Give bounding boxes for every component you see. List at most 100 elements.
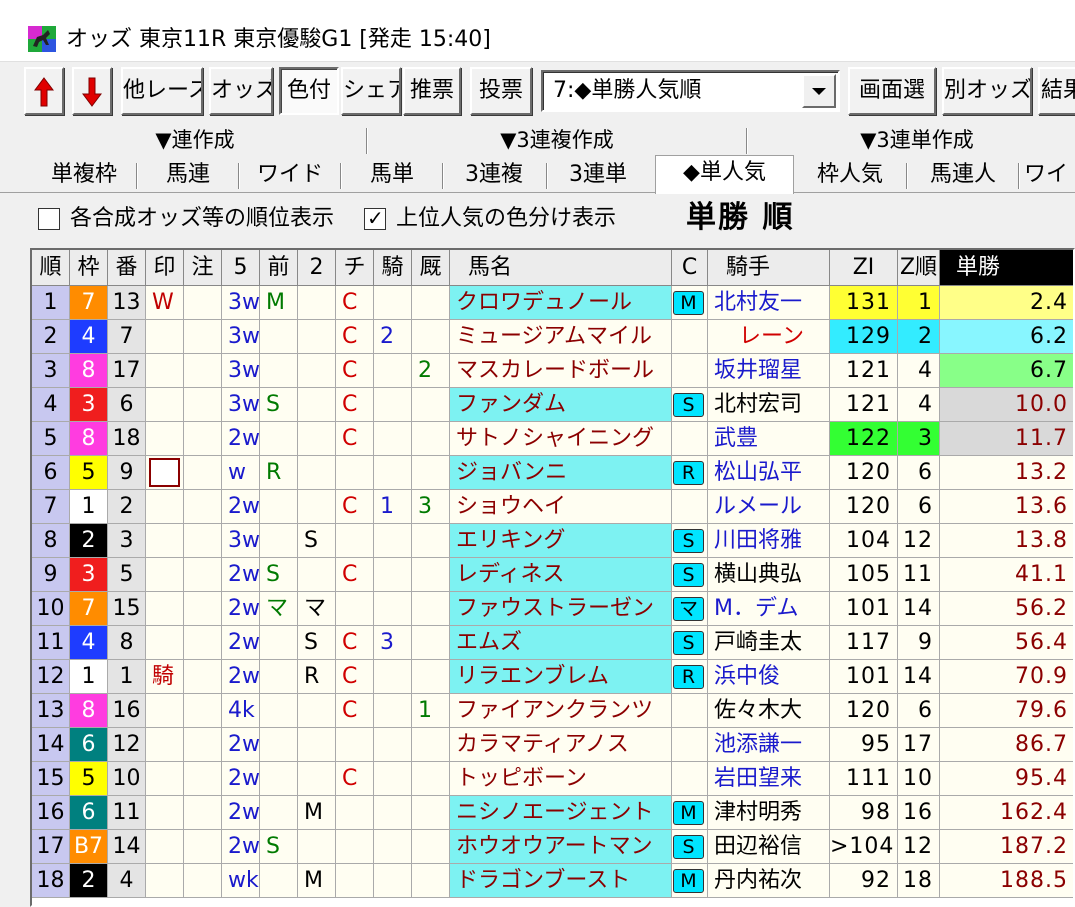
jockey-cell: 丹内祐次 xyxy=(708,864,830,898)
table-row[interactable]: 9 3 5 2w S C レディネス S 横山典弘 105 11 41.1 xyxy=(32,558,1073,592)
zi-cell: 121 xyxy=(830,354,898,388)
rank-display-checkbox[interactable] xyxy=(38,208,60,230)
z-rank-cell: 6 xyxy=(898,456,940,490)
note-cell xyxy=(184,558,222,592)
screen-select-button[interactable]: 画面選 xyxy=(848,67,936,115)
table-row[interactable]: 6 5 9 w R ジョバンニ R 松山弘平 120 6 13.2 xyxy=(32,456,1073,490)
class-badge: M xyxy=(673,869,704,893)
table-row[interactable]: 17 B7 14 2w S ホウオウアートマン S 田辺裕信 >104 12 187.2 xyxy=(32,830,1073,864)
column-header-zi[interactable]: ZI xyxy=(830,250,898,286)
column-header-number[interactable]: 番 xyxy=(108,250,146,286)
table-row[interactable]: 7 1 2 2w C 1 3 ショウヘイ ルメール 120 6 13.6 xyxy=(32,490,1073,524)
empty-mark-icon[interactable] xyxy=(149,458,180,487)
tab-tanpukuwaku[interactable]: 単複枠 xyxy=(34,158,134,192)
table-row[interactable]: 10 7 15 2w ママファウストラーゼンマ M．デム 101 14 56.2 xyxy=(32,592,1073,626)
column-header-c[interactable]: C xyxy=(672,250,708,286)
window-title: オッズ 東京11R 東京優駿G1 [発走 15:40] xyxy=(66,27,491,52)
waku-cell: 1 xyxy=(70,490,108,524)
prev-race-button[interactable] xyxy=(24,67,64,115)
tab-umaren[interactable]: 馬連 xyxy=(140,158,236,192)
tab-wide[interactable]: ワイド xyxy=(242,158,338,192)
share-button[interactable]: シェア xyxy=(341,67,401,115)
other-odds-button[interactable]: 別オッズ xyxy=(942,67,1032,115)
table-row[interactable]: 2 4 7 3w C 2 ミュージアムマイル レーン 129 2 6.2 xyxy=(32,320,1073,354)
column-header-two[interactable]: 2 xyxy=(298,250,336,286)
result-button[interactable]: 結果 xyxy=(1038,67,1075,115)
table-row[interactable]: 13 8 16 4k C 1 ファイアンクランツ 佐々木大 120 6 79.6 xyxy=(32,694,1073,728)
next-race-button[interactable] xyxy=(72,67,112,115)
rank-cell: 3 xyxy=(32,354,70,388)
column-header-five[interactable]: 5 xyxy=(222,250,260,286)
group-tab-ren[interactable]: ▼連作成 xyxy=(30,124,360,156)
two-cell xyxy=(298,762,336,796)
two-cell: マ xyxy=(298,592,336,626)
table-row[interactable]: 12 1 1 騎 2w R C リラエンブレム R 浜中俊 101 14 70.9 xyxy=(32,660,1073,694)
column-header-note[interactable]: 注 xyxy=(184,250,222,286)
table-row[interactable]: 1 7 13 W 3w M C クロワデュノール M 北村友一 131 1 2.4 xyxy=(32,286,1073,320)
table-row[interactable]: 14 6 12 2w カラマティアノス 池添謙一 95 17 86.7 xyxy=(32,728,1073,762)
table-row[interactable]: 11 4 8 2w S C 3 エムズ S 戸崎圭太 117 9 56.4 xyxy=(32,626,1073,660)
view-mode-select[interactable]: 7:◆単勝人気順 xyxy=(541,70,840,112)
column-header-mark[interactable]: 印 xyxy=(146,250,184,286)
previous-cell: M xyxy=(260,286,298,320)
table-row[interactable]: 5 8 18 2w C サトノシャイニング 武豊 122 3 11.7 xyxy=(32,422,1073,456)
recommend-button[interactable]: 推票 xyxy=(403,67,461,115)
tab-sanrenpuku[interactable]: 3連複 xyxy=(446,158,542,192)
column-header-win-odds[interactable]: 単勝 xyxy=(940,250,1073,286)
win-odds-cell: 41.1 xyxy=(940,558,1073,592)
note-cell xyxy=(184,456,222,490)
class-badge: S xyxy=(673,529,704,553)
column-header-rank[interactable]: 順 xyxy=(32,250,70,286)
c-cell: S xyxy=(672,388,708,422)
column-header-jockey[interactable]: 騎手 xyxy=(708,250,830,286)
note-cell xyxy=(184,830,222,864)
number-cell: 15 xyxy=(108,592,146,626)
odds-tab-bar: 単複枠 馬連 ワイド 馬単 3連複 3連単 ◆単人気 枠人気 馬連人 ワイ xyxy=(0,155,1075,194)
note-cell xyxy=(184,592,222,626)
tab-waku-popularity[interactable]: 枠人気 xyxy=(798,158,902,192)
column-header-horse-name[interactable]: 馬名 xyxy=(450,250,672,286)
horse-name-cell: ファイアンクランツ xyxy=(450,694,672,728)
tab-tan-popularity[interactable]: ◆単人気 xyxy=(655,155,794,194)
z-rank-cell: 14 xyxy=(898,660,940,694)
column-header-jockey-mark[interactable]: 騎 xyxy=(374,250,412,286)
jockey-mark-cell xyxy=(374,456,412,490)
table-row[interactable]: 3 8 17 3w C 2 マスカレードボール 坂井瑠星 121 4 6.7 xyxy=(32,354,1073,388)
vote-button[interactable]: 投票 xyxy=(470,67,532,115)
stable-cell: 1 xyxy=(412,694,450,728)
tab-umatan[interactable]: 馬単 xyxy=(344,158,440,192)
waku-cell: B7 xyxy=(70,830,108,864)
color-display-checkbox[interactable]: ✓ xyxy=(364,207,386,230)
chi-cell xyxy=(336,864,374,898)
color-button[interactable]: 色付 xyxy=(279,67,339,115)
dropdown-button[interactable] xyxy=(802,74,836,108)
table-row[interactable]: 4 3 6 3w S C ファンダム S 北村宏司 121 4 10.0 xyxy=(32,388,1073,422)
table-row[interactable]: 15 5 10 2w C トッピボーン 岩田望来 111 10 95.4 xyxy=(32,762,1073,796)
z-rank-cell: 11 xyxy=(898,558,940,592)
tab-wide-popularity[interactable]: ワイ xyxy=(1024,158,1075,192)
waku-cell: 4 xyxy=(70,626,108,660)
waku-cell: 6 xyxy=(70,796,108,830)
odds-button[interactable]: オッズ xyxy=(209,67,273,115)
table-row[interactable]: 8 2 3 3w S エリキング S 川田将雅 104 12 13.8 xyxy=(32,524,1073,558)
tab-umaren-popularity[interactable]: 馬連人 xyxy=(910,158,1016,192)
number-cell: 3 xyxy=(108,524,146,558)
tab-sanrentan[interactable]: 3連単 xyxy=(550,158,646,192)
table-row[interactable]: 16 6 11 2w M ニシノエージェント M 津村明秀 98 16 162.4 xyxy=(32,796,1073,830)
column-header-waku[interactable]: 枠 xyxy=(70,250,108,286)
number-cell: 14 xyxy=(108,830,146,864)
other-race-button[interactable]: 他レース xyxy=(121,67,203,115)
mark-cell xyxy=(146,490,184,524)
table-row[interactable]: 18 2 4 wk M ドラゴンブースト M 丹内祐次 92 18 188.5 xyxy=(32,864,1073,898)
chi-cell: C xyxy=(336,320,374,354)
column-header-chi[interactable]: チ xyxy=(336,250,374,286)
two-cell: S xyxy=(298,626,336,660)
column-header-stable[interactable]: 厩 xyxy=(412,250,450,286)
zi-cell: 98 xyxy=(830,796,898,830)
class-badge: M xyxy=(673,291,704,315)
group-tab-sanrentan[interactable]: ▼3連単作成 xyxy=(752,124,1075,156)
column-header-previous[interactable]: 前 xyxy=(260,250,298,286)
two-cell xyxy=(298,286,336,320)
column-header-z-rank[interactable]: Z順 xyxy=(898,250,940,286)
group-tab-sanrenpuku[interactable]: ▼3連複作成 xyxy=(372,124,742,156)
